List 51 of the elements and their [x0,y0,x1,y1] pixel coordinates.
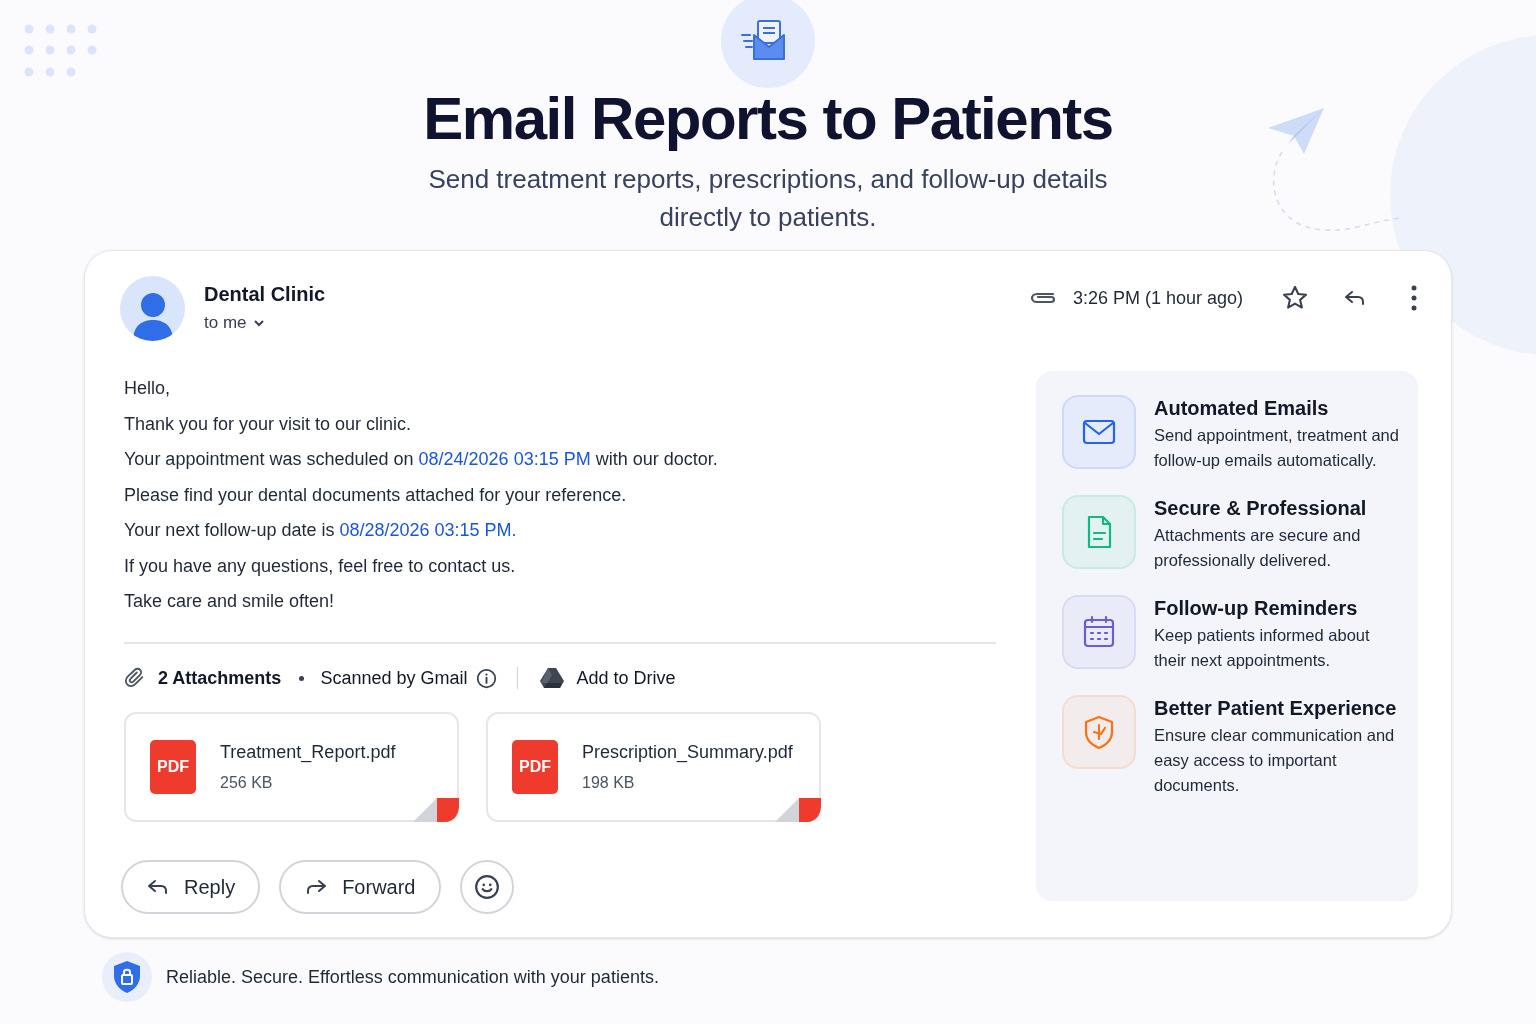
message-line: Please find your dental documents attached for your reference. [124,483,628,507]
chevron-down-icon [252,319,265,327]
page-title: Email Reports to Patients [423,84,1113,154]
info-icon [476,667,498,689]
message-line: Take care and smile often! [124,590,336,613]
forward-action-button[interactable]: Forward [279,859,441,914]
feature-title: Automated Emails [1154,396,1330,421]
scanned-label: Scanned by Gmail [320,666,468,690]
attachment-card[interactable]: PDF Treatment_Report.pdf 256 KB [124,711,459,822]
footer-text: Reliable. Secure. Effortless communication with your patients. [166,965,659,989]
feature-title: Better Patient Experience [1154,696,1398,721]
star-button[interactable] [1281,284,1309,312]
reply-action-button[interactable]: Reply [121,859,261,914]
feature-description: Ensure clear communication and easy access to important documents. [1154,725,1396,796]
pdf-icon: PDF [150,739,196,794]
attachment-card[interactable]: PDF Prescription_Summary.pdf 198 KB [486,711,821,822]
feature-description: Send appointment, treatment and follow-up emails automatically. [1154,425,1400,471]
feature-description: Attachments are secure and professionally delivered. [1154,525,1362,571]
add-to-drive-button[interactable]: Add to Drive [540,664,676,692]
recipient-dropdown[interactable]: to me [204,310,326,336]
message-line: If you have any questions, feel free to contact us. [124,554,517,578]
file-name: Treatment_Report.pdf [220,740,396,765]
message-line: Your appointment was scheduled on 08/24/2026 03:15 PM with our doctor. [124,448,719,471]
file-size: 256 KB [220,772,274,793]
message-line: Hello, [124,377,172,400]
file-name: Prescription_Summary.pdf [582,740,793,765]
email-time: 3:26 PM (1 hour ago) [1072,286,1243,310]
feature-title: Follow-up Reminders [1154,596,1359,621]
emoji-button[interactable] [459,859,514,914]
pdf-icon: PDF [512,739,558,794]
sender-name: Dental Clinic [204,282,326,307]
drive-triangle-icon [540,667,565,689]
paper-plane-icon [1266,106,1326,156]
page-subtitle: Send treatment reports, prescriptions, and follow-up details directly to patients. [427,163,1109,234]
page-curl-icon [775,797,821,822]
message-line: Thank you for your visit to our clinic. [124,412,413,436]
file-size: 198 KB [582,772,636,793]
smiley-icon [473,873,500,900]
date-link[interactable]: 08/28/2026 03:15 PM. [339,520,517,540]
lock-shield-icon [112,960,142,994]
message-line: Your next follow-up date is 08/28/2026 03:15 PM. [124,519,518,542]
attachments-count: 2 Attachments [158,666,282,690]
star-icon [1281,284,1309,312]
page-curl-icon [413,797,459,822]
date-link[interactable]: 08/24/2026 03:15 PM [418,449,591,469]
feature-description: Keep patients informed about their next appointments. [1154,625,1371,671]
more-button[interactable] [1411,285,1417,311]
paperclip-icon [1028,290,1057,306]
feature-title: Secure & Professional [1154,496,1368,521]
paperclip-icon [124,667,146,689]
more-icon [1411,285,1417,311]
